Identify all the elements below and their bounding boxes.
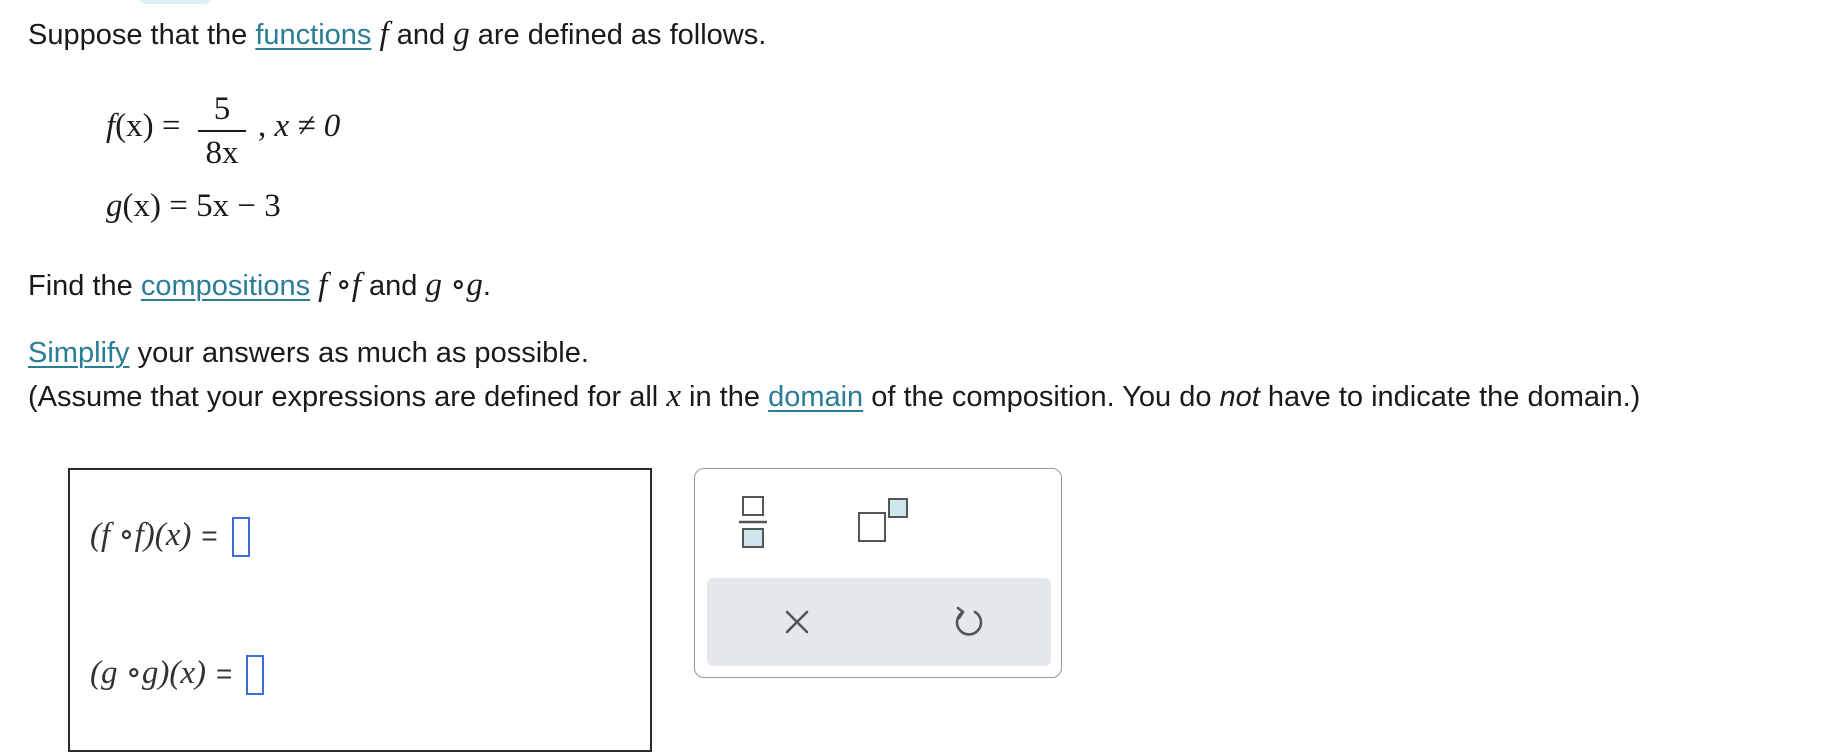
functions-link[interactable]: functions (255, 19, 371, 51)
fraction-tool-button[interactable] (735, 491, 771, 551)
f-definition: f(x) = (106, 108, 181, 144)
f-fraction: 5 8x (192, 90, 252, 172)
clear-button[interactable] (779, 604, 815, 640)
action-bar (707, 578, 1051, 666)
math-tool-panel (694, 468, 1062, 678)
compositions-link[interactable]: compositions (141, 270, 310, 302)
answer-input-ff[interactable] (231, 517, 250, 558)
fraction-icon (739, 496, 767, 548)
answer-label-gg: (g ∘g)(x) (90, 655, 207, 691)
exponent-tool-button[interactable] (855, 495, 911, 547)
top-tab-stub (138, 0, 212, 4)
exponent-icon (858, 498, 908, 542)
answer-box: (f ∘f)(x) = (g ∘g)(x) = (68, 468, 652, 752)
answer-row-ff: (f ∘f)(x) = (90, 514, 250, 558)
f-condition: , x ≠ 0 (258, 108, 341, 144)
instruction-line-2: (Assume that your expressions are define… (28, 378, 1641, 414)
task-text: Find the compositions f ∘f and g ∘g. (28, 267, 491, 303)
intro-text: Suppose that the functions f and g are d… (28, 16, 767, 52)
close-icon (785, 610, 809, 634)
answer-row-gg: (g ∘g)(x) = (90, 652, 265, 696)
undo-icon (955, 606, 983, 636)
g-definition: g(x) = 5x − 3 (106, 188, 281, 224)
answer-input-gg[interactable] (246, 655, 265, 696)
instruction-line-1: Simplify your answers as much as possibl… (28, 337, 589, 369)
undo-button[interactable] (949, 602, 989, 642)
domain-link[interactable]: domain (768, 381, 863, 413)
answer-label-ff: (f ∘f)(x) (90, 517, 192, 553)
simplify-link[interactable]: Simplify (28, 337, 130, 369)
